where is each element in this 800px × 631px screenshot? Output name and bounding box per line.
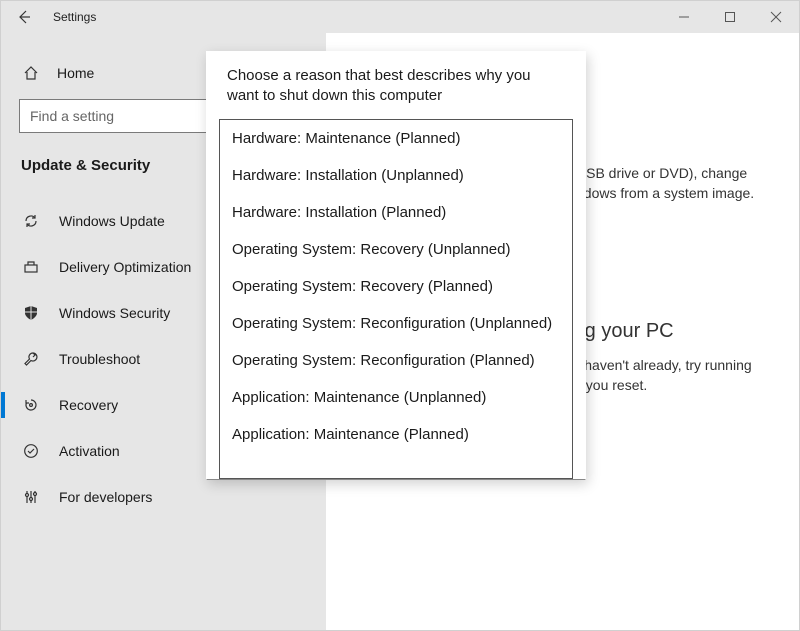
sidebar-item-label: Activation — [59, 443, 120, 459]
minimize-button[interactable] — [661, 1, 707, 33]
sidebar-item-label: Delivery Optimization — [59, 259, 191, 275]
delivery-icon — [23, 259, 45, 275]
shutdown-reason-option[interactable]: Operating System: Recovery (Planned) — [220, 268, 572, 305]
shutdown-reason-option[interactable]: Operating System: Reconfiguration (Unpla… — [220, 305, 572, 342]
shutdown-reason-option[interactable]: Application: Maintenance (Planned) — [220, 416, 572, 449]
check-circle-icon — [23, 443, 45, 459]
window-controls — [661, 1, 799, 33]
maximize-icon — [724, 11, 736, 23]
shutdown-reason-popup: Choose a reason that best describes why … — [206, 51, 586, 480]
shutdown-reason-option[interactable]: Hardware: Installation (Unplanned) — [220, 157, 572, 194]
window-title: Settings — [53, 10, 96, 24]
minimize-icon — [678, 11, 690, 23]
bg-text-fragment: USB drive or DVD), change — [576, 165, 747, 181]
popup-prompt: Choose a reason that best describes why … — [207, 66, 585, 119]
bg-text-fragment: ndows from a system image. — [576, 185, 754, 201]
shutdown-reason-option[interactable]: Operating System: Recovery (Unplanned) — [220, 231, 572, 268]
sidebar-item-label: Windows Update — [59, 213, 165, 229]
maximize-button[interactable] — [707, 1, 753, 33]
recovery-icon — [23, 397, 45, 413]
sidebar-home-label: Home — [57, 65, 94, 81]
shutdown-reason-listbox[interactable]: Hardware: Maintenance (Planned) Hardware… — [219, 119, 573, 479]
sync-icon — [23, 213, 45, 229]
titlebar: Settings — [1, 1, 799, 33]
wrench-icon — [23, 351, 45, 367]
sidebar-item-label: Recovery — [59, 397, 118, 413]
sidebar-item-label: For developers — [59, 489, 152, 505]
sidebar-item-label: Troubleshoot — [59, 351, 140, 367]
back-button[interactable] — [1, 1, 47, 33]
close-icon — [770, 11, 782, 23]
close-button[interactable] — [753, 1, 799, 33]
shutdown-reason-option[interactable]: Operating System: Reconfiguration (Plann… — [220, 342, 572, 379]
settings-window: Settings Home — [1, 1, 799, 630]
shutdown-reason-option[interactable]: Hardware: Maintenance (Planned) — [220, 120, 572, 157]
home-icon — [23, 65, 45, 81]
sidebar-item-for-developers[interactable]: For developers — [1, 474, 326, 520]
shutdown-reason-option[interactable]: Application: Maintenance (Unplanned) — [220, 379, 572, 416]
sidebar-item-label: Windows Security — [59, 305, 170, 321]
shield-icon — [23, 305, 45, 321]
sliders-icon — [23, 489, 45, 505]
shutdown-reason-option[interactable]: Hardware: Installation (Planned) — [220, 194, 572, 231]
arrow-left-icon — [16, 9, 32, 25]
